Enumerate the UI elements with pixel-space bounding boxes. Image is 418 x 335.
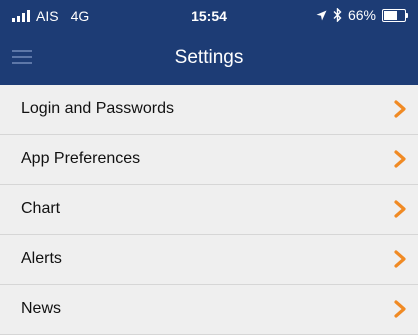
chevron-right-icon: [394, 100, 406, 118]
settings-item-login-and-passwords[interactable]: Login and Passwords: [0, 85, 418, 135]
settings-item-alerts[interactable]: Alerts: [0, 235, 418, 285]
settings-item-label: App Preferences: [21, 150, 141, 167]
battery-icon: [382, 8, 408, 22]
settings-item-label: Login and Passwords: [21, 100, 174, 117]
chevron-right-icon: [394, 200, 406, 218]
nav-bar: Settings: [0, 32, 418, 85]
chevron-right-icon: [394, 150, 406, 168]
settings-list: Login and Passwords App Preferences Char…: [0, 85, 418, 335]
page-title: Settings: [174, 47, 244, 68]
settings-item-news[interactable]: News: [0, 285, 418, 335]
bluetooth-icon: [333, 8, 342, 22]
battery-percent: 66%: [347, 7, 376, 23]
location-icon: [316, 10, 327, 20]
status-bar-right: 66%: [316, 7, 408, 23]
settings-item-chart[interactable]: Chart: [0, 185, 418, 235]
settings-item-label: Alerts: [21, 250, 62, 267]
chevron-right-icon: [394, 300, 406, 318]
settings-item-label: News: [21, 300, 62, 317]
app-header: AIS 4G 15:54 66% Settings: [0, 0, 418, 85]
settings-item-app-preferences[interactable]: App Preferences: [0, 135, 418, 185]
status-bar: AIS 4G 15:54 66%: [0, 0, 418, 32]
settings-item-label: Chart: [21, 200, 61, 217]
chevron-right-icon: [394, 250, 406, 268]
